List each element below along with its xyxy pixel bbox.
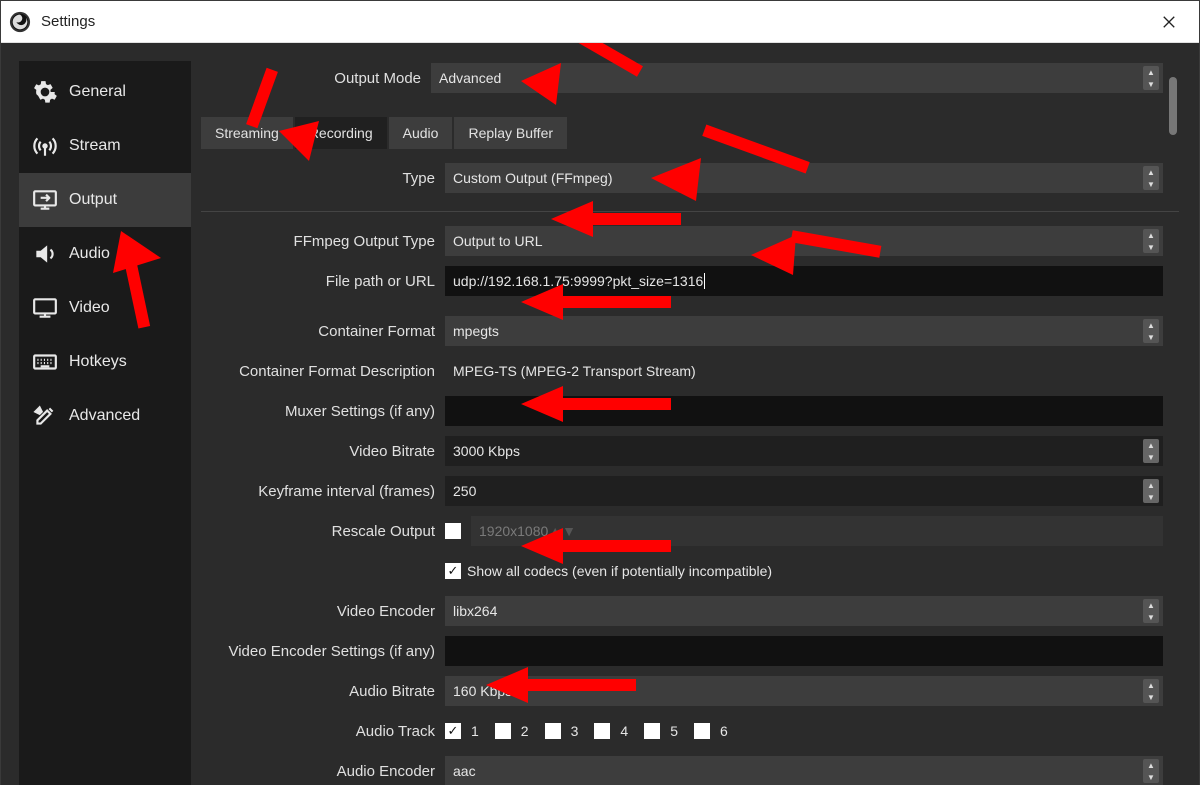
- antenna-icon: [31, 132, 59, 160]
- sidebar-item-label: General: [69, 83, 126, 101]
- window-title: Settings: [41, 13, 95, 30]
- audio-encoder-select[interactable]: aac ▲▼: [445, 756, 1163, 785]
- audio-track-1-checkbox[interactable]: ✓: [445, 723, 461, 739]
- audio-track-label: Audio Track: [201, 723, 445, 740]
- audio-bitrate-label: Audio Bitrate: [201, 683, 445, 700]
- video-bitrate-input[interactable]: 3000 Kbps ▲▼: [445, 436, 1163, 466]
- spinner-icon: ▲▼: [1143, 229, 1159, 253]
- container-format-label: Container Format: [201, 323, 445, 340]
- video-encoder-select[interactable]: libx264 ▲▼: [445, 596, 1163, 626]
- video-bitrate-label: Video Bitrate: [201, 443, 445, 460]
- tab-audio[interactable]: Audio: [389, 117, 453, 149]
- file-path-input[interactable]: udp://192.168.1.75:9999?pkt_size=1316: [445, 266, 1163, 296]
- keyframe-interval-input[interactable]: 250 ▲▼: [445, 476, 1163, 506]
- sidebar-item-label: Advanced: [69, 407, 140, 425]
- sidebar-item-label: Audio: [69, 245, 110, 263]
- sidebar: General Stream Output: [19, 61, 191, 785]
- file-path-label: File path or URL: [201, 273, 445, 290]
- keyframe-interval-label: Keyframe interval (frames): [201, 483, 445, 500]
- sidebar-item-advanced[interactable]: Advanced: [19, 389, 191, 443]
- rescale-output-checkbox[interactable]: [445, 523, 461, 539]
- audio-track-6-checkbox[interactable]: [694, 723, 710, 739]
- sidebar-item-label: Output: [69, 191, 117, 209]
- tab-replay-buffer[interactable]: Replay Buffer: [454, 117, 567, 149]
- output-mode-select[interactable]: Advanced ▲▼: [431, 63, 1163, 93]
- muxer-settings-input[interactable]: [445, 396, 1163, 426]
- spinner-icon: ▲▼: [1143, 66, 1159, 90]
- show-all-codecs-checkbox[interactable]: ✓: [445, 563, 461, 579]
- audio-track-5-checkbox[interactable]: [644, 723, 660, 739]
- tools-icon: [31, 402, 59, 430]
- type-select[interactable]: Custom Output (FFmpeg) ▲▼: [445, 163, 1163, 193]
- audio-track-group: ✓1 2 3 4 5 6: [445, 723, 1163, 739]
- titlebar: Settings: [1, 1, 1199, 43]
- spinner-icon: ▲▼: [1143, 759, 1159, 783]
- sidebar-item-label: Video: [69, 299, 110, 317]
- output-tabs: Streaming Recording Audio Replay Buffer: [201, 117, 1179, 149]
- output-mode-label: Output Mode: [201, 70, 431, 87]
- container-desc-value: MPEG-TS (MPEG-2 Transport Stream): [445, 356, 1163, 386]
- ffmpeg-output-type-label: FFmpeg Output Type: [201, 233, 445, 250]
- keyboard-icon: [31, 348, 59, 376]
- audio-track-3-checkbox[interactable]: [545, 723, 561, 739]
- main-panel: Output Mode Advanced ▲▼ Streaming Record…: [201, 61, 1179, 785]
- spinner-icon: ▲▼: [1143, 439, 1159, 463]
- sidebar-item-stream[interactable]: Stream: [19, 119, 191, 173]
- output-mode-value: Advanced: [439, 70, 501, 86]
- monitor-icon: [31, 294, 59, 322]
- sidebar-item-audio[interactable]: Audio: [19, 227, 191, 281]
- audio-track-4-checkbox[interactable]: [594, 723, 610, 739]
- audio-bitrate-select[interactable]: 160 Kbps ▲▼: [445, 676, 1163, 706]
- close-button[interactable]: [1147, 1, 1191, 43]
- spinner-icon: ▲▼: [1143, 599, 1159, 623]
- scrollbar-thumb[interactable]: [1169, 77, 1177, 135]
- container-desc-label: Container Format Description: [201, 363, 445, 380]
- sidebar-item-label: Hotkeys: [69, 353, 127, 371]
- obs-logo-icon: [9, 11, 31, 33]
- audio-encoder-label: Audio Encoder: [201, 763, 445, 780]
- spinner-icon: ▲▼: [548, 523, 576, 539]
- speaker-icon: [31, 240, 59, 268]
- sidebar-item-hotkeys[interactable]: Hotkeys: [19, 335, 191, 389]
- sidebar-item-general[interactable]: General: [19, 65, 191, 119]
- cursor-icon: [704, 273, 705, 289]
- spinner-icon: ▲▼: [1143, 166, 1159, 190]
- ffmpeg-output-type-select[interactable]: Output to URL ▲▼: [445, 226, 1163, 256]
- muxer-settings-label: Muxer Settings (if any): [201, 403, 445, 420]
- sidebar-item-label: Stream: [69, 137, 121, 155]
- spinner-icon: ▲▼: [1143, 679, 1159, 703]
- spinner-icon: ▲▼: [1143, 479, 1159, 503]
- rescale-output-input: 1920x1080 ▲▼: [471, 516, 1163, 546]
- spinner-icon: ▲▼: [1143, 319, 1159, 343]
- sidebar-item-video[interactable]: Video: [19, 281, 191, 335]
- audio-track-2-checkbox[interactable]: [495, 723, 511, 739]
- sidebar-item-output[interactable]: Output: [19, 173, 191, 227]
- container-format-select[interactable]: mpegts ▲▼: [445, 316, 1163, 346]
- monitor-arrow-icon: [31, 186, 59, 214]
- tab-recording[interactable]: Recording: [295, 117, 387, 149]
- show-all-codecs-label: Show all codecs (even if potentially inc…: [467, 563, 772, 579]
- video-encoder-settings-label: Video Encoder Settings (if any): [201, 643, 445, 660]
- video-encoder-label: Video Encoder: [201, 603, 445, 620]
- rescale-output-label: Rescale Output: [201, 523, 445, 540]
- video-encoder-settings-input[interactable]: [445, 636, 1163, 666]
- gear-icon: [31, 78, 59, 106]
- tab-streaming[interactable]: Streaming: [201, 117, 293, 149]
- type-label: Type: [201, 170, 445, 187]
